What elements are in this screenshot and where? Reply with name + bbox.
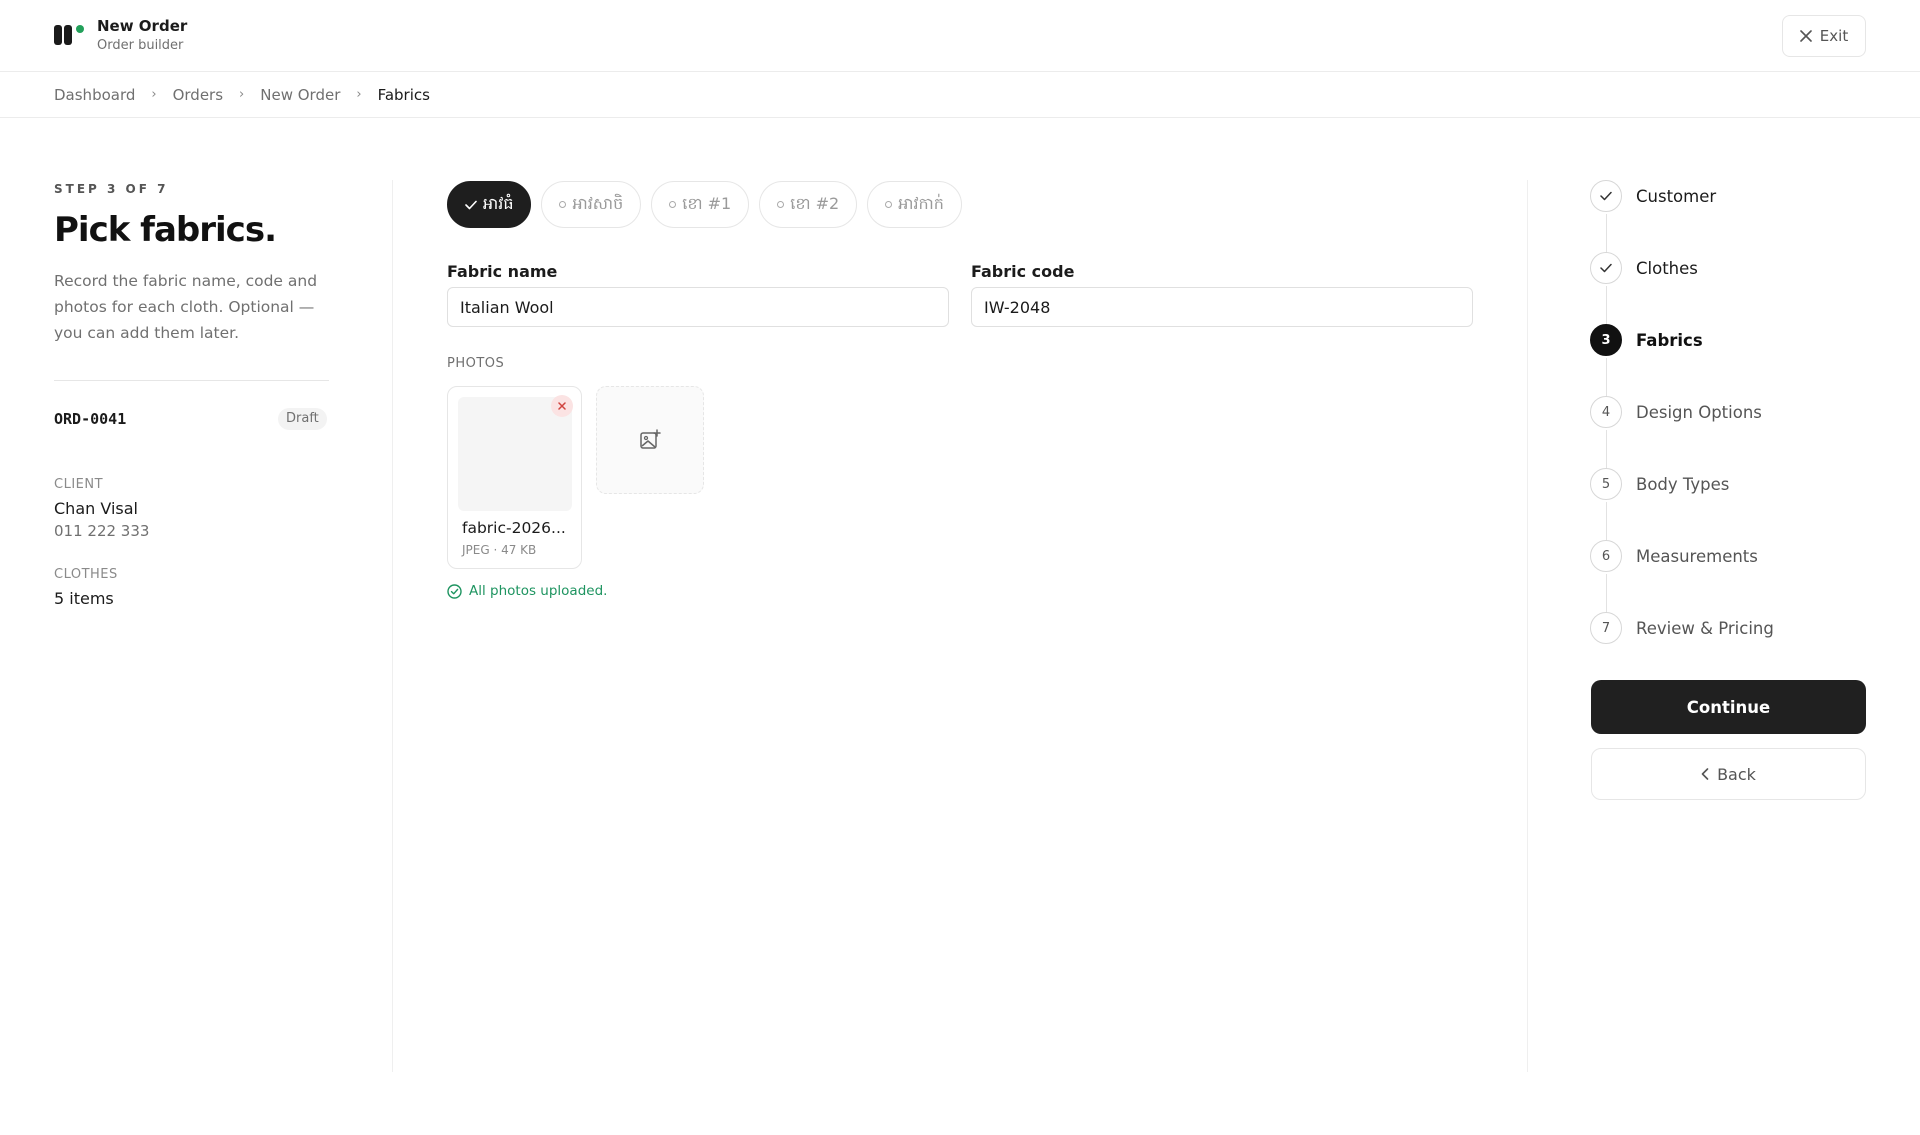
step-fabrics[interactable]: 3 Fabrics <box>1590 324 1703 356</box>
continue-button[interactable]: Continue <box>1591 680 1866 734</box>
breadcrumb-current: Fabrics <box>377 85 430 104</box>
cloth-tab-3[interactable]: ខោ #1 <box>651 181 750 228</box>
circle-icon <box>777 201 785 208</box>
step-body-types[interactable]: 5 Body Types <box>1590 468 1729 500</box>
breadcrumb: Dashboard › Orders › New Order › Fabrics <box>0 72 1920 118</box>
check-circle-icon <box>447 583 462 599</box>
step-number: 5 <box>1590 468 1622 500</box>
chevron-right-icon: › <box>151 87 157 102</box>
check-icon <box>465 200 477 209</box>
step-label: Design Options <box>1636 402 1762 422</box>
breadcrumb-orders[interactable]: Orders <box>173 86 223 104</box>
app-title: New Order <box>97 17 188 35</box>
column-divider <box>392 180 393 1072</box>
photo-card[interactable]: fabric-2026... JPEG · 47 KB <box>447 386 582 569</box>
chevron-left-icon <box>1701 768 1709 780</box>
exit-button[interactable]: Exit <box>1782 15 1866 57</box>
fabric-name-label: Fabric name <box>447 262 558 281</box>
photo-meta: JPEG · 47 KB <box>462 543 537 557</box>
circle-icon <box>669 201 677 208</box>
step-label: Clothes <box>1636 258 1698 278</box>
cloth-tab-1[interactable]: អាវធំ <box>447 181 532 228</box>
client-phone: 011 222 333 <box>54 522 150 540</box>
chevron-right-icon: › <box>356 87 362 102</box>
back-button[interactable]: Back <box>1591 748 1866 800</box>
app-header: New Order Order builder Exit <box>0 0 1920 72</box>
step-label: Body Types <box>1636 474 1730 494</box>
check-icon <box>1590 252 1622 284</box>
chevron-right-icon: › <box>239 87 245 102</box>
order-id: ORD-0041 <box>54 410 127 428</box>
fabric-code-input[interactable] <box>971 287 1473 327</box>
fabric-code-label: Fabric code <box>971 262 1075 281</box>
step-number: 6 <box>1590 540 1622 572</box>
circle-icon <box>559 201 567 208</box>
step-label: Measurements <box>1636 546 1758 566</box>
step-connector <box>1606 574 1607 614</box>
cloth-tab-label: អាវធំ <box>483 193 514 213</box>
fabric-name-input[interactable] <box>447 287 949 327</box>
step-design-options[interactable]: 4 Design Options <box>1590 396 1762 428</box>
clothes-count: 5 items <box>54 589 114 608</box>
cloth-tab-4[interactable]: ខោ #2 <box>759 181 858 228</box>
step-customer[interactable]: Customer <box>1590 180 1716 212</box>
step-clothes[interactable]: Clothes <box>1590 252 1698 284</box>
step-indicator: STEP 3 OF 7 <box>54 182 169 196</box>
app-logo <box>54 25 84 47</box>
client-name: Chan Visal <box>54 499 138 518</box>
step-number: 7 <box>1590 612 1622 644</box>
cloth-tab-label: អាវសាចិ <box>572 193 624 213</box>
step-connector <box>1606 286 1607 326</box>
photo-filename: fabric-2026... <box>462 519 566 537</box>
step-measurements[interactable]: 6 Measurements <box>1590 540 1758 572</box>
add-photo-button[interactable] <box>596 386 704 494</box>
breadcrumb-dashboard[interactable]: Dashboard <box>54 86 135 104</box>
clothes-label: CLOTHES <box>54 567 118 582</box>
step-number: 4 <box>1590 396 1622 428</box>
close-icon <box>558 402 566 410</box>
step-connector <box>1606 214 1607 254</box>
divider <box>54 380 329 381</box>
cloth-tab-label: ខោ #2 <box>790 193 840 213</box>
upload-status: All photos uploaded. <box>447 583 607 599</box>
exit-button-label: Exit <box>1819 27 1849 45</box>
breadcrumb-new-order[interactable]: New Order <box>260 86 340 104</box>
step-connector <box>1606 430 1607 470</box>
cloth-tab-5[interactable]: អាវកាក់ <box>867 181 962 228</box>
photos-label: PHOTOS <box>447 356 505 371</box>
page-title: Pick fabrics. <box>54 210 277 250</box>
step-connector <box>1606 502 1607 542</box>
step-label: Fabrics <box>1636 330 1703 350</box>
app-subtitle: Order builder <box>97 38 184 53</box>
upload-status-text: All photos uploaded. <box>469 583 608 599</box>
image-add-icon <box>640 429 661 449</box>
remove-photo-button[interactable] <box>551 395 573 417</box>
step-review-pricing[interactable]: 7 Review & Pricing <box>1590 612 1774 644</box>
column-divider <box>1527 180 1528 1072</box>
cloth-tab-label: ខោ #1 <box>682 193 732 213</box>
cloth-tab-2[interactable]: អាវសាចិ <box>541 181 642 228</box>
cloth-tab-label: អាវកាក់ <box>898 193 944 213</box>
status-badge: Draft <box>278 408 327 430</box>
page-description: Record the fabric name, code and photos … <box>54 272 318 342</box>
back-button-label: Back <box>1717 764 1756 784</box>
step-label: Customer <box>1636 186 1717 206</box>
cloth-tabs: អាវធំ អាវសាចិ ខោ #1 ខោ #2 អាវកាក់ <box>447 181 962 228</box>
close-icon <box>1799 30 1812 42</box>
check-icon <box>1590 180 1622 212</box>
step-number: 3 <box>1590 324 1622 356</box>
circle-icon <box>885 201 893 208</box>
client-label: CLIENT <box>54 477 104 492</box>
step-label: Review & Pricing <box>1636 618 1774 638</box>
step-connector <box>1606 358 1607 398</box>
